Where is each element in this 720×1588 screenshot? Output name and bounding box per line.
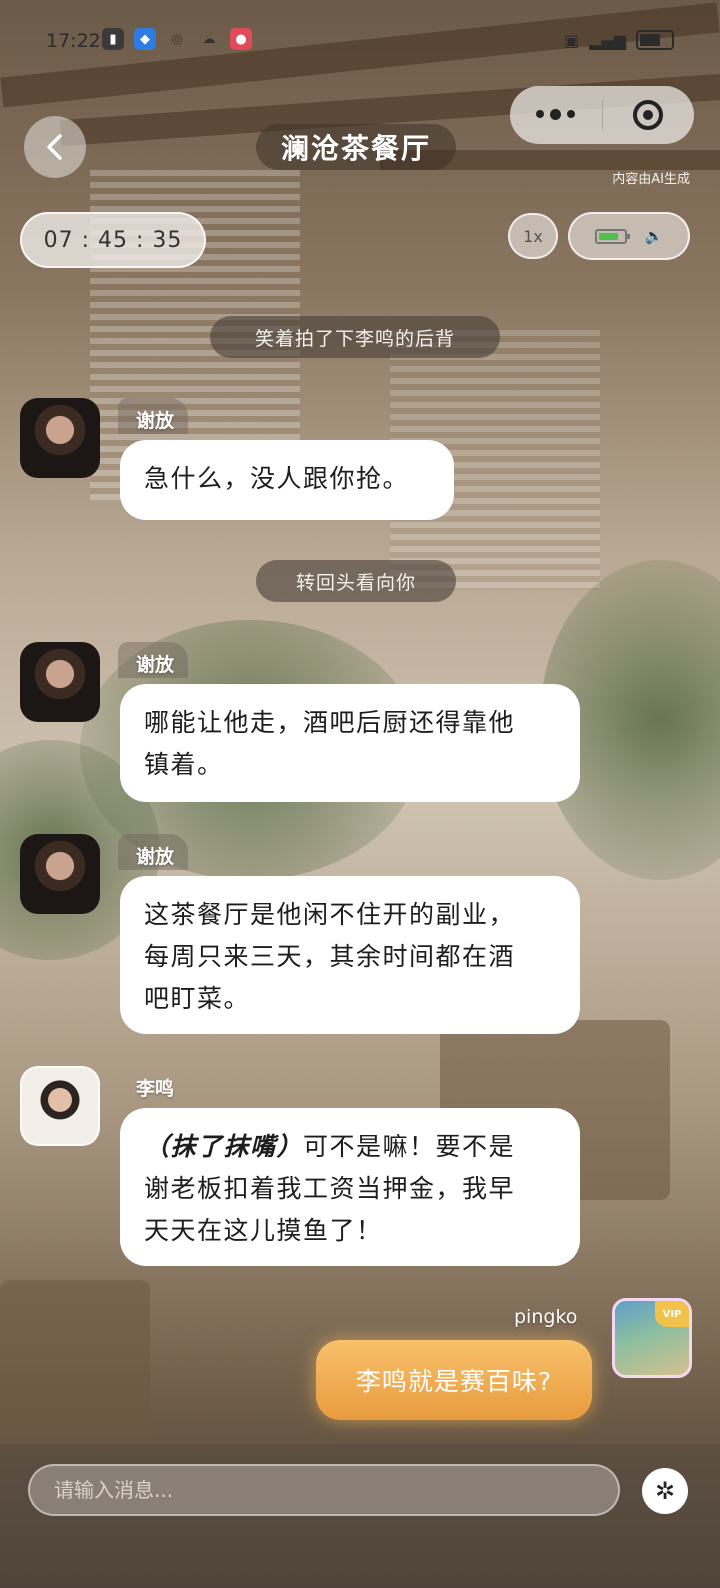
narration: 转回头看向你 (256, 560, 456, 602)
avatar[interactable] (20, 642, 100, 722)
message-text-line: 谢老板扣着我工资当押金，我早 (144, 1174, 516, 1203)
battery-status-icon (636, 30, 674, 50)
nfc-icon: ▣ (563, 30, 580, 50)
mini-program-capsule (510, 86, 694, 144)
message-text-line: 每周只来三天，其余时间都在酒 (144, 942, 516, 971)
ai-generated-note: 内容由AI生成 (612, 172, 690, 187)
message-text: 可不是嘛！要不是 (303, 1132, 516, 1161)
battery-icon (594, 228, 630, 244)
character-action-button[interactable]: ✲ (642, 1468, 688, 1514)
message-text-line: 这茶餐厅是他闲不住开的副业， (144, 900, 516, 929)
message-text-line: 镇着。 (144, 750, 224, 779)
speaker-name: 谢放 (136, 654, 175, 676)
message-text-line: 哪能让他走，酒吧后厨还得靠他 (144, 708, 516, 737)
user-message-bubble: 李鸣就是赛百味? (316, 1340, 592, 1420)
message-bubble: 哪能让他走，酒吧后厨还得靠他 镇着。 (120, 684, 580, 802)
cloud-icon: ☁ (202, 31, 216, 47)
message-input[interactable] (28, 1464, 620, 1516)
location-icon: ◎ (171, 31, 183, 47)
audio-status-pill[interactable]: 🔈 (568, 212, 690, 260)
message-bubble: 这茶餐厅是他闲不住开的副业， 每周只来三天，其余时间都在酒 吧盯菜。 (120, 876, 580, 1034)
message-text-line: 吧盯菜。 (144, 984, 251, 1013)
chevron-left-icon (47, 134, 62, 160)
close-target-button[interactable] (603, 100, 695, 130)
avatar[interactable] (20, 1066, 100, 1146)
speaker-name: 谢放 (136, 846, 175, 868)
status-time: 17:22 (46, 30, 101, 52)
message-text: 急什么，没人跟你抢。 (144, 464, 410, 493)
signal-icon: ▂▄▆ (589, 30, 626, 50)
speaker-icon: 🔈 (644, 227, 664, 245)
notification-icon: ▮ (102, 28, 124, 50)
back-button[interactable] (24, 116, 86, 178)
message-text-line: 天天在这儿摸鱼了！ (144, 1216, 383, 1245)
app-icon: ◆ (134, 28, 156, 50)
speaker-name: 李鸣 (136, 1078, 175, 1100)
speed-button[interactable]: 1x (508, 213, 558, 259)
message-bubble: 急什么，没人跟你抢。 (120, 440, 454, 520)
message-bubble: （抹了抹嘴）可不是嘛！要不是 谢老板扣着我工资当押金，我早 天天在这儿摸鱼了！ (120, 1108, 580, 1266)
more-dots-icon[interactable] (510, 108, 602, 120)
target-icon (633, 100, 664, 130)
character-action-icon: ✲ (654, 1477, 676, 1505)
avatar[interactable] (20, 398, 100, 478)
page-title: 澜沧茶餐厅 (256, 124, 456, 170)
session-timer: 07 : 45 : 35 (20, 212, 206, 268)
avatar[interactable] (20, 834, 100, 914)
user-avatar[interactable]: VIP (612, 1298, 692, 1378)
user-name: pingko (514, 1306, 578, 1328)
status-bar: 17:22 ▮ ◆ ◎ ☁ ● ▣ ▂▄▆ (0, 20, 720, 64)
action-text: （抹了抹嘴） (144, 1132, 304, 1161)
app-red-icon: ● (230, 28, 252, 50)
speaker-name: 谢放 (136, 410, 175, 432)
vip-badge: VIP (655, 1301, 689, 1327)
narration: 笑着拍了下李鸣的后背 (210, 316, 500, 358)
